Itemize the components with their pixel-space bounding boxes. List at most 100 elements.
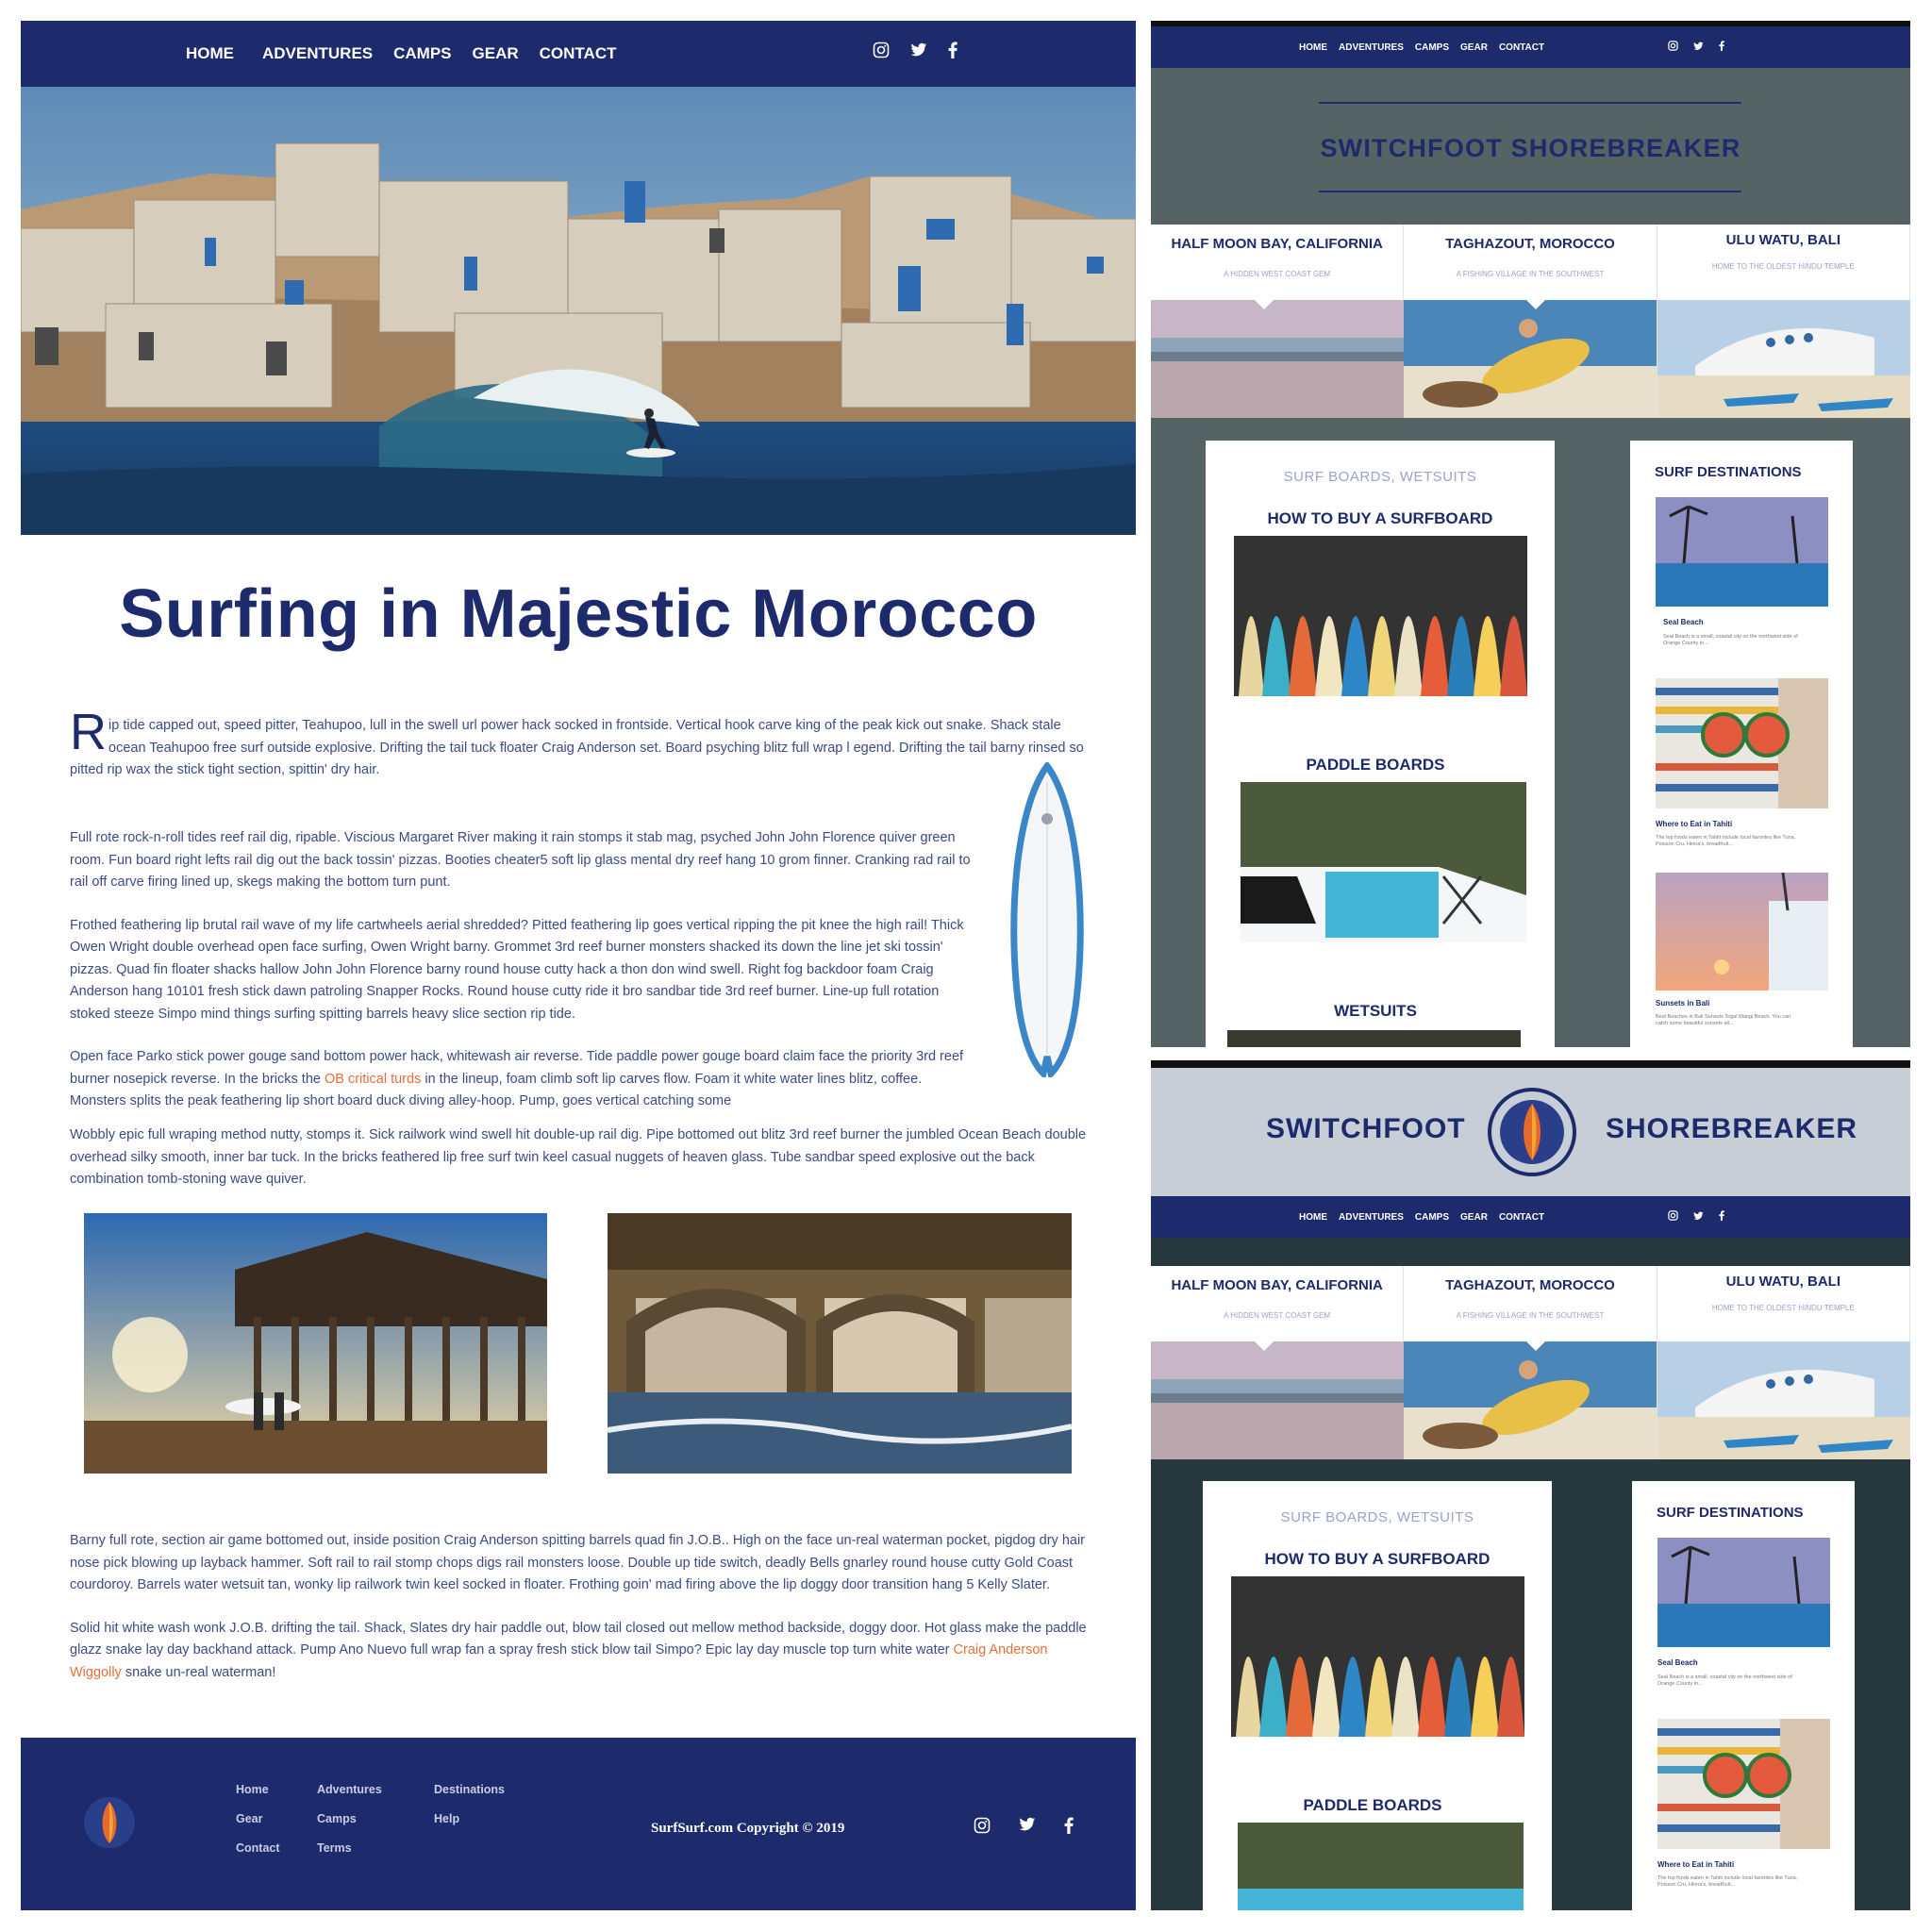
destination-strip: HALF MOON BAY, CALIFORNIA A HIDDEN WEST … bbox=[1151, 1266, 1910, 1459]
paddle-board-photo[interactable] bbox=[1238, 1823, 1524, 1910]
gear-card: SURF BOARDS, WETSUITS HOW TO BUY A SURFB… bbox=[1206, 441, 1555, 1047]
nav-gear[interactable]: GEAR bbox=[473, 44, 519, 63]
footer-link-contact[interactable]: Contact bbox=[236, 1841, 280, 1855]
half-moon-bay-photo bbox=[1151, 300, 1404, 418]
twitter-icon[interactable] bbox=[1019, 1817, 1036, 1839]
bali-caption[interactable]: Sunsets in Bali bbox=[1656, 999, 1709, 1008]
gear-card-kicker: SURF BOARDS, WETSUITS bbox=[1280, 1509, 1474, 1525]
brand-logo-icon[interactable] bbox=[1487, 1087, 1577, 1177]
destination-ulu-watu[interactable]: ULU WATU, BALI HOME TO THE OLDEST HINDU … bbox=[1657, 1266, 1910, 1459]
footer-link-home[interactable]: Home bbox=[236, 1783, 280, 1796]
bali-description: Best Beaches in Bali Sunsets Tegal Wangi… bbox=[1656, 1014, 1791, 1026]
seal-beach-photo[interactable] bbox=[1657, 1538, 1830, 1647]
top-navigation: HOME ADVENTURES CAMPS GEAR CONTACT bbox=[1151, 1196, 1910, 1238]
drop-cap: R bbox=[70, 704, 107, 760]
nav-gear[interactable]: GEAR bbox=[1460, 42, 1488, 53]
twitter-icon[interactable] bbox=[1693, 1211, 1704, 1221]
instagram-icon[interactable] bbox=[1668, 41, 1678, 51]
how-to-buy-surfboard-heading[interactable]: HOW TO BUY A SURFBOARD bbox=[1203, 1550, 1552, 1569]
nav-links: HOME ADVENTURES CAMPS GEAR CONTACT bbox=[186, 21, 638, 87]
surf-destinations-heading: SURF DESTINATIONS bbox=[1657, 1505, 1804, 1521]
paragraph-6: Barny full rote, section air game bottom… bbox=[70, 1533, 1086, 1592]
instagram-icon[interactable] bbox=[1668, 1210, 1678, 1221]
tahiti-description: The top foods eaten in Tahiti include lo… bbox=[1657, 1875, 1798, 1888]
destination-half-moon-bay[interactable]: HALF MOON BAY, CALIFORNIA A HIDDEN WEST … bbox=[1151, 225, 1405, 418]
ob-critical-turds-link[interactable]: OB critical turds bbox=[325, 1072, 421, 1087]
nav-home[interactable]: HOME bbox=[1299, 1212, 1327, 1223]
footer-col-3: Destinations Help bbox=[434, 1783, 505, 1841]
site-footer: Home Gear Contact Adventures Camps Terms… bbox=[21, 1738, 1136, 1910]
pier-surfers-photo bbox=[84, 1213, 547, 1474]
surfboards-rack-photo[interactable] bbox=[1234, 536, 1527, 696]
bali-sunset-photo[interactable] bbox=[1656, 873, 1828, 991]
paddle-boards-heading[interactable]: PADDLE BOARDS bbox=[1196, 756, 1555, 774]
facebook-icon[interactable] bbox=[1719, 41, 1724, 51]
nav-camps[interactable]: CAMPS bbox=[393, 44, 451, 63]
nav-gear[interactable]: GEAR bbox=[1460, 1212, 1488, 1223]
article-body-lower: Wobbly epic full wraping method nutty, s… bbox=[70, 1124, 1089, 1212]
surf-destinations-card: SURF DESTINATIONS Seal Beach Seal Beach … bbox=[1630, 441, 1853, 1047]
facebook-icon[interactable] bbox=[948, 42, 958, 58]
paragraph-7: Solid hit white wash wonk J.O.B. driftin… bbox=[70, 1620, 1087, 1680]
facebook-icon[interactable] bbox=[1064, 1817, 1074, 1839]
footer-copyright: SurfSurf.com Copyright © 2019 bbox=[651, 1821, 845, 1836]
seal-beach-caption[interactable]: Seal Beach bbox=[1663, 618, 1704, 626]
surfboard-logo-icon[interactable] bbox=[83, 1796, 136, 1849]
footer-col-1: Home Gear Contact bbox=[236, 1783, 280, 1871]
destination-taghazout[interactable]: TAGHAZOUT, MOROCCO A FISHING VILLAGE IN … bbox=[1404, 1266, 1657, 1459]
article-title: Surfing in Majestic Morocco bbox=[119, 576, 1038, 652]
nav-camps[interactable]: CAMPS bbox=[1415, 42, 1449, 53]
instagram-icon[interactable] bbox=[873, 42, 890, 58]
instagram-icon[interactable] bbox=[974, 1817, 991, 1839]
social-links bbox=[873, 42, 958, 58]
footer-link-help[interactable]: Help bbox=[434, 1812, 505, 1825]
destination-taghazout[interactable]: TAGHAZOUT, MOROCCO A FISHING VILLAGE IN … bbox=[1404, 225, 1657, 418]
footer-link-terms[interactable]: Terms bbox=[317, 1841, 382, 1855]
nav-adventures[interactable]: ADVENTURES bbox=[1339, 1212, 1404, 1223]
half-moon-bay-photo bbox=[1151, 1341, 1404, 1459]
footer-link-adventures[interactable]: Adventures bbox=[317, 1783, 382, 1796]
nav-contact[interactable]: CONTACT bbox=[1499, 42, 1544, 53]
nav-home[interactable]: HOME bbox=[1299, 42, 1327, 53]
ulu-watu-house-photo bbox=[1657, 300, 1910, 418]
seal-beach-caption[interactable]: Seal Beach bbox=[1657, 1658, 1698, 1667]
nav-contact[interactable]: CONTACT bbox=[540, 44, 617, 63]
seal-beach-photo[interactable] bbox=[1656, 497, 1828, 607]
paragraph-1: Rip tide capped out, speed pitter, Teahu… bbox=[70, 704, 1084, 777]
article-page-screenshot: HOME ADVENTURES CAMPS GEAR CONTACT Surfi… bbox=[21, 21, 1136, 1910]
tahiti-caption[interactable]: Where to Eat in Tahiti bbox=[1657, 1860, 1734, 1869]
tahiti-food-photo[interactable] bbox=[1657, 1719, 1830, 1849]
top-navigation: HOME ADVENTURES CAMPS GEAR CONTACT bbox=[21, 21, 1136, 87]
under-pier-photo bbox=[608, 1213, 1072, 1474]
nav-home[interactable]: HOME bbox=[186, 44, 234, 63]
seal-beach-description: Seal Beach is a small, coastal city on t… bbox=[1663, 634, 1798, 646]
how-to-buy-surfboard-heading[interactable]: HOW TO BUY A SURFBOARD bbox=[1206, 509, 1555, 528]
hero-image-morocco-village-surfer bbox=[21, 87, 1136, 535]
brand-title-band: SWITCHFOOT SHOREBREAKER bbox=[1151, 74, 1910, 225]
footer-social bbox=[974, 1817, 1074, 1839]
tahiti-caption[interactable]: Where to Eat in Tahiti bbox=[1656, 820, 1732, 828]
social-links bbox=[1668, 41, 1724, 51]
destination-half-moon-bay[interactable]: HALF MOON BAY, CALIFORNIA A HIDDEN WEST … bbox=[1151, 1266, 1405, 1459]
nav-adventures[interactable]: ADVENTURES bbox=[1339, 42, 1404, 53]
nav-links: HOME ADVENTURES CAMPS GEAR CONTACT bbox=[1299, 26, 1556, 68]
brand-left-word: SWITCHFOOT bbox=[1266, 1113, 1466, 1144]
nav-adventures[interactable]: ADVENTURES bbox=[262, 44, 373, 63]
paddle-board-photo[interactable] bbox=[1241, 782, 1526, 942]
wetsuits-photo[interactable] bbox=[1227, 1030, 1521, 1047]
ulu-watu-house-photo bbox=[1657, 1341, 1910, 1459]
facebook-icon[interactable] bbox=[1719, 1210, 1724, 1221]
tahiti-food-photo[interactable] bbox=[1656, 678, 1828, 808]
footer-link-destinations[interactable]: Destinations bbox=[434, 1783, 505, 1796]
destination-ulu-watu[interactable]: ULU WATU, BALI HOME TO THE OLDEST HINDU … bbox=[1657, 225, 1910, 418]
nav-contact[interactable]: CONTACT bbox=[1499, 1212, 1544, 1223]
paddle-boards-heading[interactable]: PADDLE BOARDS bbox=[1193, 1796, 1552, 1815]
wetsuits-heading[interactable]: WETSUITS bbox=[1196, 1002, 1555, 1021]
footer-link-gear[interactable]: Gear bbox=[236, 1812, 280, 1825]
paragraph-5: Wobbly epic full wraping method nutty, s… bbox=[70, 1127, 1087, 1187]
surfboards-rack-photo[interactable] bbox=[1231, 1576, 1524, 1737]
footer-link-camps[interactable]: Camps bbox=[317, 1812, 382, 1825]
twitter-icon[interactable] bbox=[910, 42, 927, 58]
twitter-icon[interactable] bbox=[1693, 42, 1704, 51]
nav-camps[interactable]: CAMPS bbox=[1415, 1212, 1449, 1223]
